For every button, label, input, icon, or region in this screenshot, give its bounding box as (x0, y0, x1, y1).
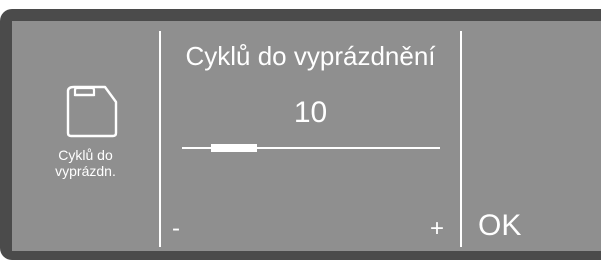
setting-title: Cyklů do vyprázdnění (185, 41, 436, 71)
ok-button[interactable]: OK (478, 209, 521, 243)
display-screen: Cyklů do vyprázdn. Cyklů do vyprázdnění … (12, 21, 601, 251)
icon-caption-line2: vyprázdn. (55, 163, 116, 179)
value-slider[interactable] (182, 144, 440, 152)
decrease-button[interactable]: - (172, 216, 180, 242)
icon-caption: Cyklů do vyprázdn. (12, 147, 159, 179)
icon-caption-line1: Cyklů do (58, 147, 113, 163)
canister-icon (66, 85, 118, 138)
right-divider (460, 31, 462, 247)
increase-button[interactable]: + (430, 216, 444, 242)
slider-thumb[interactable] (210, 144, 257, 152)
setting-value: 10 (293, 96, 328, 129)
